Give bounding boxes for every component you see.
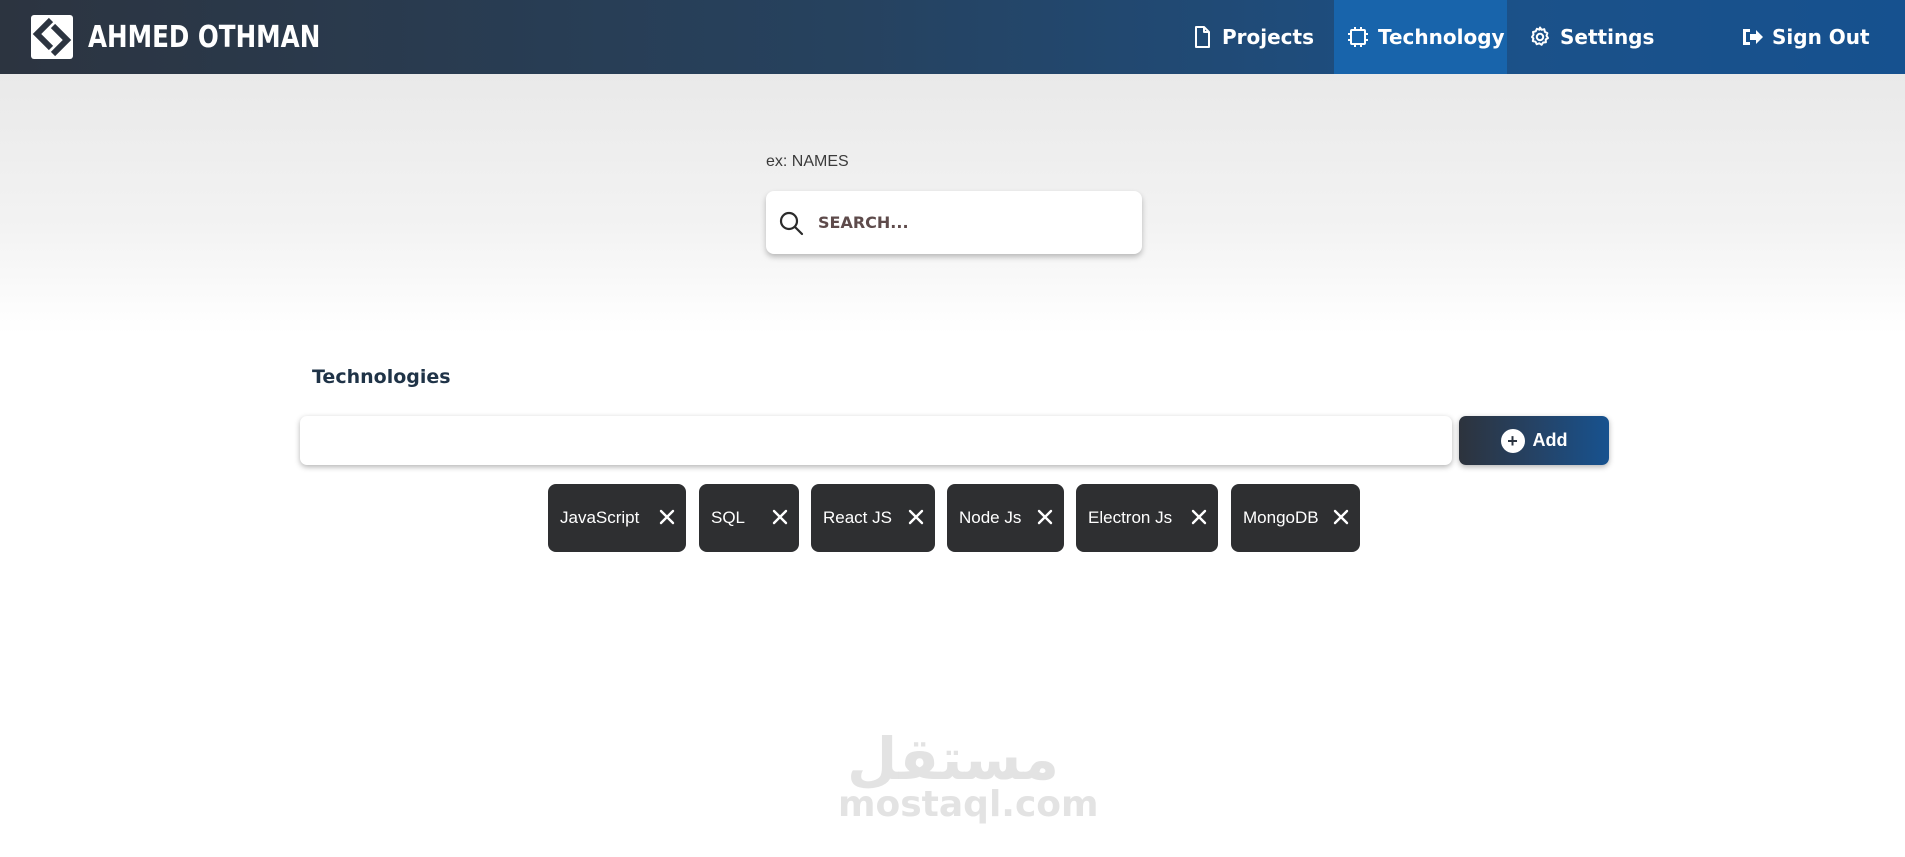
file-icon [1195,26,1210,48]
search-icon [779,211,804,235]
chip-label: JavaScript [560,508,640,527]
remove-chip-close-icon[interactable] [1190,508,1208,526]
nav-sign-out-label: Sign Out [1772,25,1870,49]
remove-chip-close-icon[interactable] [658,508,676,526]
nav-projects-label: Projects [1222,25,1315,49]
chip-label: React JS [823,508,892,527]
watermark-arabic: مستقل [846,725,1060,793]
add-technology-button[interactable]: + Add [1459,416,1609,465]
nav-technology-label: Technology [1378,25,1505,49]
chip-label: MongoDB [1243,508,1319,527]
technology-chip: Electron Js [1076,484,1218,552]
top-navbar: AHMED OTHMAN Projects Technology Setting… [0,0,1905,74]
nav-sign-out[interactable]: Sign Out [1740,0,1890,74]
remove-chip-close-icon[interactable] [1036,508,1054,526]
chip-label: Node Js [959,508,1022,527]
search-hint: ex: NAMES [766,153,849,170]
brand-name: AHMED OTHMAN [88,19,321,55]
brand[interactable]: AHMED OTHMAN [30,13,371,61]
chip-label: Electron Js [1088,508,1173,527]
technology-chip: SQL [699,484,799,552]
technology-input[interactable] [300,416,1452,465]
watermark: مستقل mostaql.com [838,725,1099,825]
technology-chip: MongoDB [1231,484,1360,552]
watermark-latin: mostaql.com [838,784,1099,825]
technologies-title: Technologies [312,366,451,388]
chip-icon [1348,27,1368,47]
nav-settings-label: Settings [1560,25,1655,49]
search-box[interactable] [766,191,1142,254]
nav-settings[interactable]: Settings [1528,0,1668,74]
technology-chip: Node Js [947,484,1064,552]
gear-icon [1531,26,1549,46]
add-button-label: Add [1532,430,1568,450]
remove-chip-close-icon[interactable] [1332,508,1350,526]
technology-chip: React JS [811,484,935,552]
remove-chip-close-icon[interactable] [771,508,789,526]
sign-out-icon [1743,29,1763,45]
remove-chip-close-icon[interactable] [907,508,925,526]
nav-technology[interactable]: Technology [1334,0,1507,74]
plus-circle-icon: + [1500,428,1525,453]
nav-projects[interactable]: Projects [1190,0,1330,74]
chip-label: SQL [711,508,746,527]
brand-logo-icon [31,15,73,59]
search-input[interactable] [818,213,1118,232]
technology-chip: JavaScript [548,484,686,552]
